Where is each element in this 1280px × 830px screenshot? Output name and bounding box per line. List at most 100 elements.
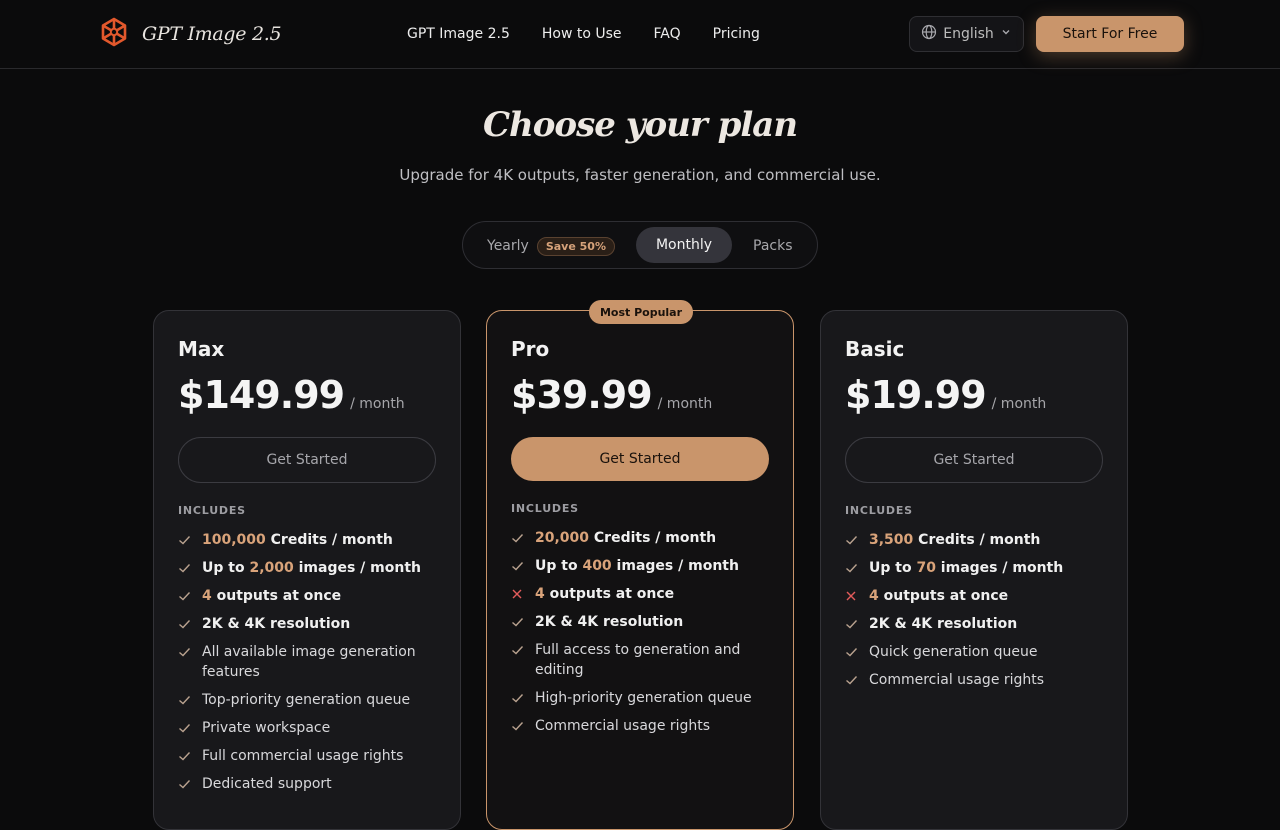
check-icon [511,528,525,548]
feature-text: Quick generation queue [869,642,1038,662]
feature-highlight-value: 400 [582,558,612,574]
feature-text: Up to 400 images / month [535,556,739,576]
feature-text: 4 outputs at once [535,584,674,604]
feature-highlight-value: 70 [916,560,936,576]
check-icon [511,716,525,736]
feature-highlight-value: 2,000 [249,560,294,576]
plan-card-pro: Most Popular Pro $39.99 / month Get Star… [486,300,794,830]
plan-name: Basic [845,337,905,361]
feature-highlight-value: 4 [535,586,545,602]
language-label: English [943,26,994,42]
includes-heading: INCLUDES [511,502,579,515]
logo-icon [100,17,128,51]
page-title: Choose your plan [482,105,798,145]
tab-yearly[interactable]: Yearly Save 50% [487,234,615,258]
feature-item: Dedicated support [178,770,436,798]
feature-item: 4 outputs at once [511,580,769,608]
feature-item: All available image generation features [178,638,436,686]
feature-item: 20,000 Credits / month [511,524,769,552]
feature-text-suffix: outputs at once [211,588,342,604]
feature-text-prefix: 2K & 4K resolution [202,616,351,632]
includes-heading: INCLUDES [178,504,246,517]
feature-text-prefix: Commercial usage rights [535,718,711,734]
check-icon [845,670,859,690]
feature-item: Commercial usage rights [845,666,1103,694]
plan-card-basic: Basic $19.99 / month Get Started INCLUDE… [820,310,1128,830]
feature-text: Commercial usage rights [535,716,710,736]
feature-highlight-value: 20,000 [535,530,590,546]
plan-name: Max [178,337,225,361]
nav-link-pricing[interactable]: Pricing [713,24,760,44]
feature-item: Private workspace [178,714,436,742]
page-subtitle: Upgrade for 4K outputs, faster generatio… [399,166,881,184]
feature-item: Up to 2,000 images / month [178,554,436,582]
feature-item: Up to 70 images / month [845,554,1103,582]
check-icon [178,774,192,794]
tab-yearly-label: Yearly [487,238,529,254]
nav-link-gpt-image[interactable]: GPT Image 2.5 [407,24,510,44]
check-icon [845,614,859,634]
feature-text-suffix: images / month [611,558,739,574]
feature-text: All available image generation features [202,642,436,682]
feature-text-prefix: All available image generation features [202,644,416,680]
chevron-down-icon [1000,26,1012,42]
feature-text-suffix: outputs at once [544,586,675,602]
plan-card-max: Max $149.99 / month Get Started INCLUDES… [153,310,461,830]
feature-text-suffix: images / month [935,560,1064,576]
tab-packs[interactable]: Packs [753,234,793,258]
feature-text-suffix: Credits / month [265,532,393,548]
check-icon [178,642,192,662]
site-header: GPT Image 2.5 GPT Image 2.5 How to Use F… [0,0,1280,69]
feature-highlight-value: 3,500 [869,532,914,548]
check-icon [178,746,192,766]
tab-monthly[interactable]: Monthly [636,227,732,263]
feature-text-prefix: 2K & 4K resolution [535,614,684,630]
feature-text: 100,000 Credits / month [202,530,393,550]
nav-link-how-to-use[interactable]: How to Use [542,24,622,44]
feature-item: 4 outputs at once [845,582,1103,610]
feature-text-prefix: Full access to generation and editing [535,642,741,678]
feature-text-prefix: Up to [869,560,917,576]
check-icon [178,718,192,738]
feature-text-prefix: Dedicated support [202,776,332,792]
get-started-button[interactable]: Get Started [178,437,436,483]
language-selector[interactable]: English [909,16,1024,52]
check-icon [178,614,192,634]
feature-text-suffix: images / month [293,560,422,576]
feature-item: 3,500 Credits / month [845,526,1103,554]
price-period: / month [350,396,405,412]
start-for-free-button[interactable]: Start For Free [1036,16,1184,52]
nav-link-faq[interactable]: FAQ [654,24,681,44]
feature-text: Full access to generation and editing [535,640,769,680]
feature-item: 2K & 4K resolution [845,610,1103,638]
feature-item: Up to 400 images / month [511,552,769,580]
feature-text-prefix: Quick generation queue [869,644,1038,660]
check-icon [178,586,192,606]
brand[interactable]: GPT Image 2.5 [100,17,282,51]
feature-text-prefix: Up to [535,558,583,574]
feature-item: Full commercial usage rights [178,742,436,770]
plan-price: $149.99 [178,373,345,417]
feature-item: Quick generation queue [845,638,1103,666]
feature-item: 2K & 4K resolution [511,608,769,636]
feature-text: Full commercial usage rights [202,746,403,766]
feature-text-suffix: Credits / month [913,532,1041,548]
price-row: $19.99 / month [845,373,1103,423]
get-started-button[interactable]: Get Started [511,437,769,481]
feature-text: High-priority generation queue [535,688,752,708]
price-row: $149.99 / month [178,373,436,423]
feature-text-prefix: Commercial usage rights [869,672,1045,688]
most-popular-badge: Most Popular [589,300,693,324]
feature-text-suffix: outputs at once [878,588,1009,604]
price-row: $39.99 / month [511,373,769,423]
main-nav: GPT Image 2.5 How to Use FAQ Pricing [407,24,760,44]
price-period: / month [991,396,1047,412]
feature-text: 4 outputs at once [869,586,1008,606]
check-icon [511,640,525,660]
check-icon [845,530,859,550]
get-started-button[interactable]: Get Started [845,437,1103,483]
feature-text: 3,500 Credits / month [869,530,1040,550]
feature-text-prefix: Full commercial usage rights [202,748,404,764]
feature-text: Commercial usage rights [869,670,1044,690]
feature-text: Top-priority generation queue [202,690,410,710]
